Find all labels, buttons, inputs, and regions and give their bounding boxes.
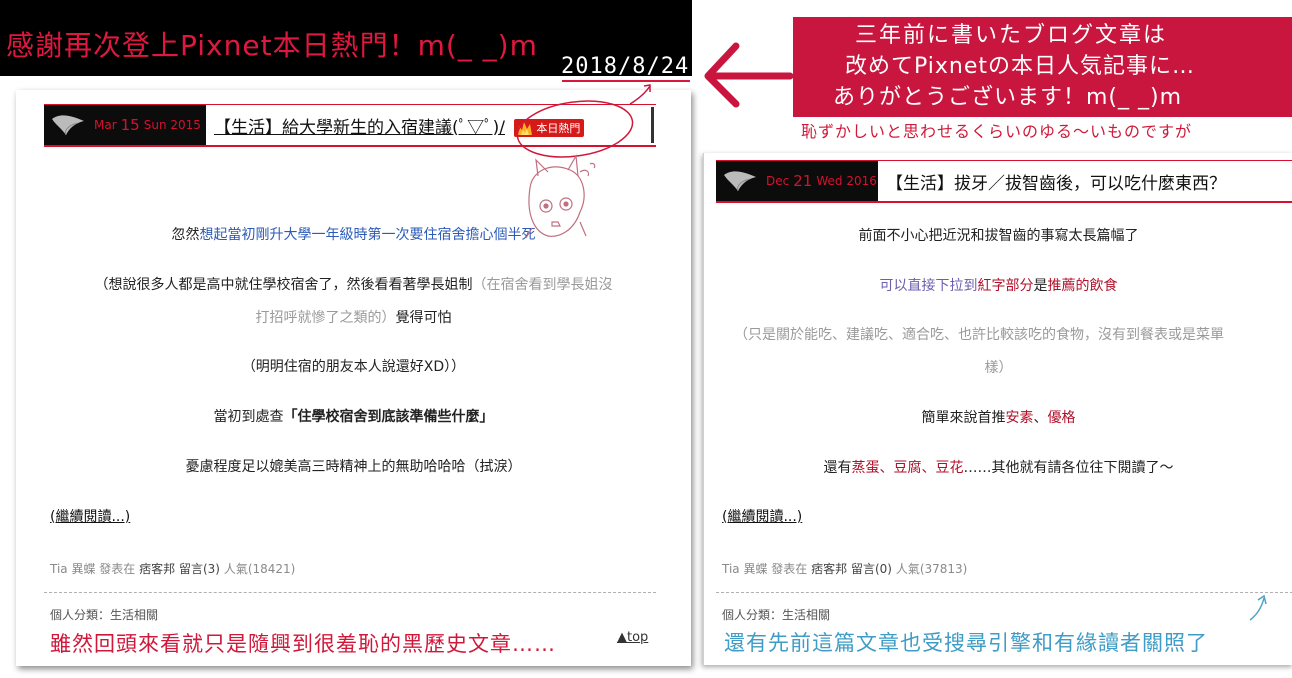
top-banner: 感謝再次登上Pixnet本日熱門！m(_ _)m 2018/8/24 xyxy=(0,0,692,79)
note-line-2: 改めてPixnetの本日人気記事に… xyxy=(845,54,1196,79)
left-para-2a: （想說很多人都是高中就住學校宿舍了，然後看看著學長姐制（在宿舍看到學長姐沒 xyxy=(16,274,691,294)
right-meta-views: 人氣(37813) xyxy=(895,562,968,576)
left-meta-comments[interactable]: 留言(3) xyxy=(179,562,220,576)
right-p5-text2: ……其他就有請各位往下閱讀了～ xyxy=(963,460,1174,476)
left-p2b-text: 覺得可怕 xyxy=(395,310,452,326)
left-meta-views: 人氣(18421) xyxy=(223,562,296,576)
right-p5-red3: 豆花 xyxy=(935,460,964,476)
left-para-5: 憂慮程度足以媲美高三時精神上的無助哈哈哈（拭淚） xyxy=(185,459,522,475)
right-date-month: Dec xyxy=(766,174,790,188)
right-meta-posted: 發表在 xyxy=(771,562,808,576)
butterfly-logo-icon xyxy=(52,115,84,136)
right-p5-sep1: 、 xyxy=(879,460,894,476)
to-top-link[interactable]: ▲top xyxy=(617,630,648,645)
right-post-date: Dec 21 Wed 2016 xyxy=(716,161,878,201)
right-meta-author[interactable]: Tia 異蝶 xyxy=(722,562,767,576)
left-post-header: Mar 15 Sun 2015 【生活】給大學新生的入宿建議(ﾟ▽ﾟ)/ 本日熱… xyxy=(44,104,656,147)
right-p2-text: 是 xyxy=(1033,278,1048,294)
right-meta-comments[interactable]: 留言(0) xyxy=(851,562,892,576)
right-p4-sep: 、 xyxy=(1033,410,1048,426)
right-para-1: 前面不小心把近況和拔智齒的事寫太長篇幅了 xyxy=(858,228,1139,244)
right-p2-red: 紅字部分 xyxy=(977,278,1034,294)
right-p4-text: 簡單來說首推 xyxy=(921,410,1006,426)
right-date-year: 2016 xyxy=(846,174,877,188)
left-date-year: 2015 xyxy=(170,118,201,132)
right-p5-red2: 豆腐 xyxy=(893,460,922,476)
right-p5-red1: 蒸蛋 xyxy=(851,460,880,476)
left-divider xyxy=(44,592,656,593)
right-p2-red2: 推薦的飲食 xyxy=(1047,278,1118,294)
right-read-more-link[interactable]: (繼續閱讀...) xyxy=(722,506,802,526)
right-para-2: 可以直接下拉到紅字部分是推薦的飲食 xyxy=(704,275,1292,295)
right-date-day: 21 xyxy=(793,172,813,190)
left-meta-site[interactable]: 痞客邦 xyxy=(139,562,175,576)
note-line-3: ありがとうございます！m(_ _)m xyxy=(833,85,1183,110)
right-para-5: 還有蒸蛋、豆腐、豆花……其他就有請各位往下閱讀了～ xyxy=(704,457,1292,477)
left-read-more-link[interactable]: (繼續閱讀...) xyxy=(50,506,130,526)
right-p4-red2: 優格 xyxy=(1047,410,1076,426)
note-line-1: 三年前に書いたブログ文章は xyxy=(855,23,1168,48)
left-para-2b: 打招呼就慘了之類的）覺得可怕 xyxy=(16,307,691,327)
left-date-day: 15 xyxy=(120,116,140,134)
right-date-weekday: Wed xyxy=(816,174,843,188)
date-underline xyxy=(562,80,690,82)
fire-icon xyxy=(518,121,533,135)
left-hand-note: 雖然回頭來看就只是隨興到很羞恥的黑歷史文章…… xyxy=(50,632,556,656)
left-post-title-link[interactable]: 【生活】給大學新生的入宿建議(ﾟ▽ﾟ)/ xyxy=(214,118,505,138)
right-post-title-link[interactable]: 【生活】拔牙／拔智齒後，可以吃什麼東西？ xyxy=(878,169,1226,194)
left-post-date: Mar 15 Sun 2015 xyxy=(44,105,206,145)
left-p2-grey: （在宿舍看到學長姐沒 xyxy=(472,277,613,293)
left-meta-author[interactable]: Tia 異蝶 xyxy=(50,562,95,576)
right-hand-note: 還有先前這篇文章也受搜尋引擎和有緣讀者關照了 xyxy=(724,631,1208,655)
left-para-4: 當初到處查「住學校宿舍到底該準備些什麼」 xyxy=(16,406,691,426)
left-p2-text: （想說很多人都是高中就住學校宿舍了，然後看看著學長姐制 xyxy=(94,277,473,293)
left-p4-bold: 「住學校宿舍到底該準備些什麼」 xyxy=(283,409,494,425)
right-para-3a: （只是關於能吃、建議吃、適合吃、也許比較該吃的食物，沒有到餐表或是菜單 xyxy=(734,327,1224,343)
note-box: 三年前に書いたブログ文章は 改めてPixnetの本日人気記事に… ありがとうござ… xyxy=(793,17,1292,117)
right-para-4: 簡單來說首推安素、優格 xyxy=(704,407,1292,427)
right-post-card: Dec 21 Wed 2016 【生活】拔牙／拔智齒後，可以吃什麼東西？ 前面不… xyxy=(703,153,1292,665)
banner-date: 2018/8/24 xyxy=(561,54,690,79)
hot-badge: 本日熱門 xyxy=(514,118,585,137)
left-post-title-wrap: 【生活】給大學新生的入宿建議(ﾟ▽ﾟ)/ 本日熱門 xyxy=(206,113,585,138)
left-date-weekday: Sun xyxy=(143,118,167,132)
right-p2-purple: 可以直接下拉到 xyxy=(879,278,978,294)
note-subtitle: 恥ずかしいと思わせるくらいのゆる～いものですが xyxy=(801,122,1193,141)
left-p4-text: 當初到處查 xyxy=(213,409,284,425)
right-meta-site[interactable]: 痞客邦 xyxy=(811,562,847,576)
left-para-1: 忽然想起當初剛升大學一年級時第一次要住宿舍擔心個半死 xyxy=(16,224,691,244)
left-para-3: （明明住宿的朋友本人說還好XD）） xyxy=(241,359,466,375)
right-p4-red1: 安素 xyxy=(1005,410,1034,426)
right-p5-sep2: 、 xyxy=(921,460,936,476)
arrow-left-icon xyxy=(704,42,794,108)
right-post-meta: Tia 異蝶 發表在 痞客邦 留言(0) 人氣(37813) xyxy=(722,560,967,577)
left-date-month: Mar xyxy=(94,118,117,132)
right-divider xyxy=(716,592,1292,593)
left-p1-text: 忽然 xyxy=(171,227,200,243)
hot-badge-label: 本日熱門 xyxy=(536,121,581,135)
banner-title: 感謝再次登上Pixnet本日熱門！m(_ _)m xyxy=(6,29,538,62)
header-bar xyxy=(651,107,654,143)
left-category[interactable]: 個人分類：生活相關 xyxy=(50,606,158,623)
right-post-header: Dec 21 Wed 2016 【生活】拔牙／拔智齒後，可以吃什麼東西？ xyxy=(716,160,1292,203)
butterfly-logo-icon xyxy=(724,171,756,192)
left-p1-highlight: 想起當初剛升大學一年級時第一次要住宿舍擔心個半死 xyxy=(199,227,536,243)
left-post-card: Mar 15 Sun 2015 【生活】給大學新生的入宿建議(ﾟ▽ﾟ)/ 本日熱… xyxy=(16,90,691,666)
right-para-3b: 樣） xyxy=(984,360,1013,376)
right-p5-text1: 還有 xyxy=(823,460,852,476)
left-post-meta: Tia 異蝶 發表在 痞客邦 留言(3) 人氣(18421) xyxy=(50,560,295,577)
left-meta-posted: 發表在 xyxy=(99,562,136,576)
right-category[interactable]: 個人分類：生活相關 xyxy=(722,606,830,623)
left-p2b-grey: 打招呼就慘了之類的） xyxy=(255,310,396,326)
